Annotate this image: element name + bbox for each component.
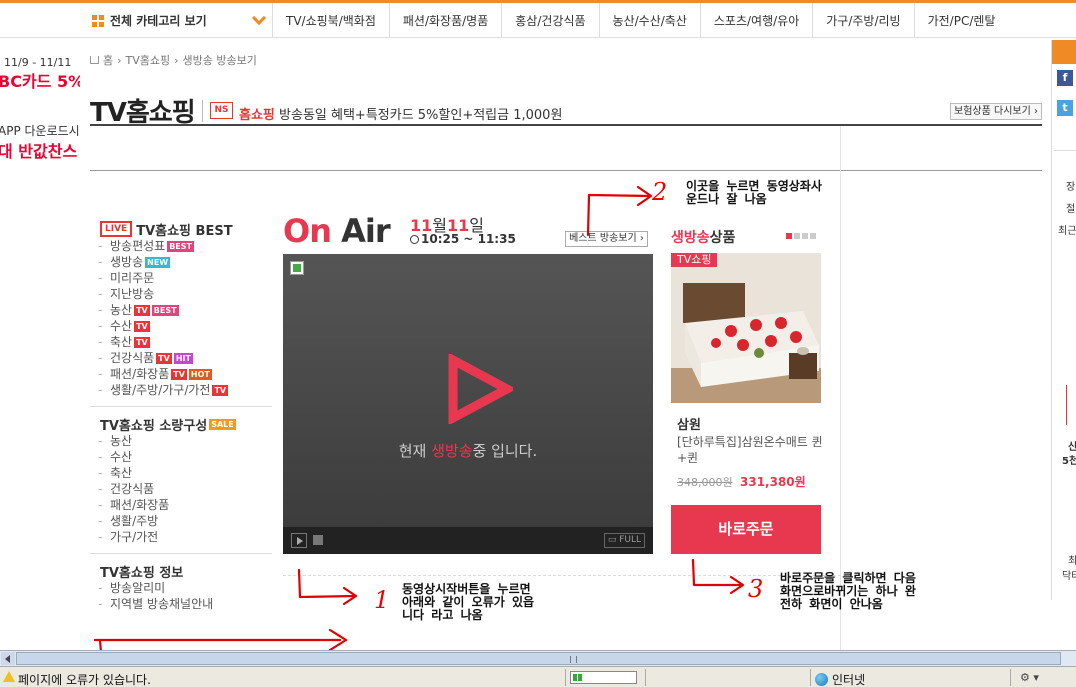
progress-bar (570, 671, 637, 684)
scroll-left-button[interactable] (1, 652, 15, 665)
globe-icon (815, 673, 828, 686)
grip-icon (570, 656, 577, 663)
security-zone-label: 인터넷 (832, 673, 866, 687)
zoom-icon[interactable]: ⚙ ▾ (1020, 671, 1039, 684)
status-bar: 페이지에 오류가 있습니다. 인터넷 ⚙ ▾ (0, 666, 1076, 687)
annotation-number-1: 1 (374, 586, 390, 614)
status-text[interactable]: 페이지에 오류가 있습니다. (18, 671, 151, 687)
annotation-note-3: 바로주문을 클릭하면 다음 화면으로바뀌기는 하나 완 전하 화면이 안나옴 (780, 571, 916, 611)
security-zone[interactable]: 인터넷 (815, 671, 865, 687)
annotation-number-3: 3 (748, 575, 764, 603)
annotation-note-2: 이곳을 누르면 동영상좌사 운드나 잘 나옴 (686, 179, 822, 206)
warning-icon[interactable] (3, 671, 15, 682)
annotation-number-2: 2 (652, 178, 668, 206)
horizontal-scrollbar[interactable] (0, 650, 1076, 666)
annotation-note-1: 동영상시작버튼을 누르면 아래와 같이 오류가 있읍 니다 라고 나옴 (402, 582, 535, 622)
scroll-thumb[interactable] (16, 652, 1061, 665)
